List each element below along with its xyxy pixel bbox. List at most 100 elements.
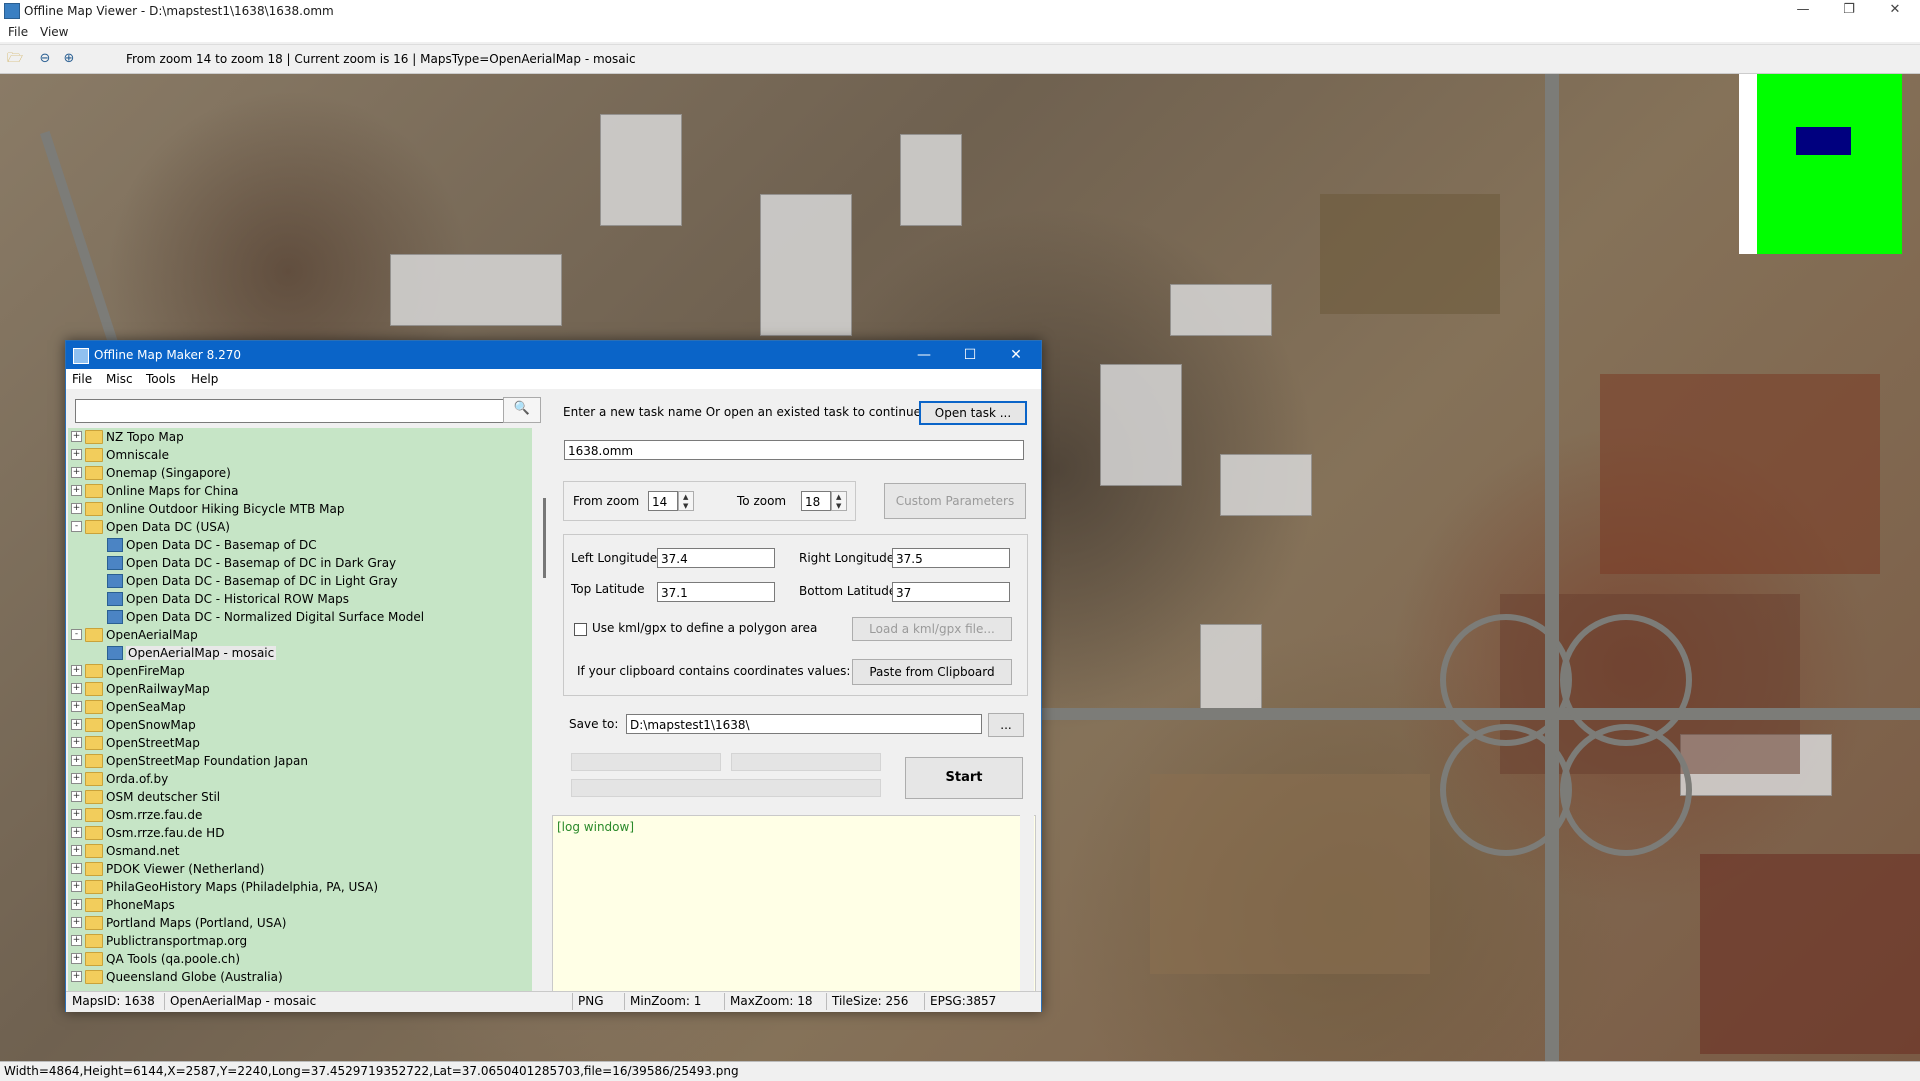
expand-icon[interactable]: +: [71, 701, 82, 712]
tree-scrollbar[interactable]: [540, 428, 550, 996]
dialog-maximize-button[interactable]: ☐: [947, 341, 993, 369]
map-icon: [107, 646, 123, 660]
from-zoom-spinner[interactable]: ▲ ▼: [678, 491, 694, 511]
dialog-menu-file[interactable]: File: [72, 372, 92, 386]
tree-folder-item[interactable]: + OpenStreetMap Foundation Japan: [68, 752, 528, 770]
tree-folder-item[interactable]: + Online Maps for China: [68, 482, 528, 500]
left-longitude-input[interactable]: 37.4: [657, 548, 775, 568]
tree-map-item[interactable]: Open Data DC - Historical ROW Maps: [68, 590, 528, 608]
tree-folder-item[interactable]: - OpenAerialMap: [68, 626, 528, 644]
tree-folder-item[interactable]: + OpenSeaMap: [68, 698, 528, 716]
expand-icon[interactable]: +: [71, 683, 82, 694]
task-name-input[interactable]: 1638.omm: [564, 440, 1024, 460]
tree-map-item[interactable]: Open Data DC - Normalized Digital Surfac…: [68, 608, 528, 626]
tree-folder-item[interactable]: + OpenSnowMap: [68, 716, 528, 734]
tree-map-item[interactable]: OpenAerialMap - mosaic: [68, 644, 528, 662]
expand-icon[interactable]: +: [71, 827, 82, 838]
close-button[interactable]: ✕: [1872, 0, 1918, 22]
custom-parameters-button[interactable]: Custom Parameters: [884, 483, 1026, 519]
maximize-button[interactable]: ❐: [1826, 0, 1872, 22]
tree-folder-item[interactable]: + Queensland Globe (Australia): [68, 968, 528, 986]
tree-folder-item[interactable]: + Online Outdoor Hiking Bicycle MTB Map: [68, 500, 528, 518]
tree-folder-item[interactable]: - Open Data DC (USA): [68, 518, 528, 536]
tree-folder-item[interactable]: + Osm.rrze.fau.de HD: [68, 824, 528, 842]
expand-icon[interactable]: +: [71, 863, 82, 874]
log-window[interactable]: [log window]: [552, 815, 1036, 993]
tree-map-item[interactable]: Open Data DC - Basemap of DC: [68, 536, 528, 554]
tree-folder-item[interactable]: + Osm.rrze.fau.de: [68, 806, 528, 824]
open-task-button[interactable]: Open task ...: [919, 401, 1027, 425]
tree-folder-item[interactable]: + PDOK Viewer (Netherland): [68, 860, 528, 878]
load-kml-button[interactable]: Load a kml/gpx file...: [852, 617, 1012, 641]
tree-folder-item[interactable]: + Orda.of.by: [68, 770, 528, 788]
dialog-menu-misc[interactable]: Misc: [106, 372, 133, 386]
expand-icon[interactable]: +: [71, 809, 82, 820]
expand-icon[interactable]: +: [71, 773, 82, 784]
tree-map-item[interactable]: Open Data DC - Basemap of DC in Dark Gra…: [68, 554, 528, 572]
expand-icon[interactable]: +: [71, 845, 82, 856]
expand-icon[interactable]: +: [71, 665, 82, 676]
zoom-out-icon[interactable]: ⊖: [36, 50, 54, 68]
tree-folder-item[interactable]: + OSM deutscher Stil: [68, 788, 528, 806]
minimap[interactable]: [1739, 74, 1902, 254]
tree-folder-item[interactable]: + OpenFireMap: [68, 662, 528, 680]
bottom-latitude-input[interactable]: 37: [892, 582, 1010, 602]
expand-icon[interactable]: +: [71, 899, 82, 910]
open-folder-icon[interactable]: 🗁: [6, 50, 24, 68]
start-button[interactable]: Start: [905, 757, 1023, 799]
from-zoom-input[interactable]: 14: [648, 491, 678, 511]
expand-icon[interactable]: +: [71, 791, 82, 802]
expand-icon[interactable]: +: [71, 935, 82, 946]
tree-folder-item[interactable]: + NZ Topo Map: [68, 428, 528, 446]
tree-folder-item[interactable]: + OpenRailwayMap: [68, 680, 528, 698]
tree-folder-item[interactable]: + OpenStreetMap: [68, 734, 528, 752]
expand-icon[interactable]: +: [71, 755, 82, 766]
zoom-in-icon[interactable]: ⊕: [60, 50, 78, 68]
status-divider: [624, 993, 625, 1010]
kml-checkbox[interactable]: [574, 623, 587, 636]
tree-folder-item[interactable]: + Osmand.net: [68, 842, 528, 860]
expand-icon[interactable]: +: [71, 467, 82, 478]
expand-icon[interactable]: +: [71, 953, 82, 964]
map-source-tree[interactable]: + NZ Topo Map + Omniscale + Onemap (Singapore…: [68, 428, 532, 996]
minimize-button[interactable]: —: [1780, 0, 1826, 22]
tree-folder-item[interactable]: + Onemap (Singapore): [68, 464, 528, 482]
search-icon[interactable]: 🔍: [503, 397, 541, 423]
expand-icon[interactable]: +: [71, 449, 82, 460]
expand-icon[interactable]: +: [71, 431, 82, 442]
expand-icon[interactable]: +: [71, 737, 82, 748]
menu-file[interactable]: File: [8, 25, 28, 39]
expand-icon[interactable]: +: [71, 971, 82, 982]
expand-icon[interactable]: +: [71, 719, 82, 730]
right-longitude-input[interactable]: 37.5: [892, 548, 1010, 568]
dialog-menu-help[interactable]: Help: [191, 372, 218, 386]
tree-folder-item[interactable]: + Publictransportmap.org: [68, 932, 528, 950]
top-latitude-input[interactable]: 37.1: [657, 582, 775, 602]
expand-icon[interactable]: +: [71, 917, 82, 928]
to-zoom-input[interactable]: 18: [801, 491, 831, 511]
tree-map-item[interactable]: Open Data DC - Basemap of DC in Light Gr…: [68, 572, 528, 590]
dialog-menu-tools[interactable]: Tools: [146, 372, 176, 386]
tree-scroll-thumb[interactable]: [543, 498, 546, 578]
log-scrollbar[interactable]: [1020, 815, 1034, 991]
tree-item-label: Open Data DC (USA): [106, 520, 230, 534]
map-search-input[interactable]: [75, 399, 505, 423]
expand-icon[interactable]: +: [71, 503, 82, 514]
collapse-icon[interactable]: -: [71, 521, 82, 532]
save-path-input[interactable]: D:\mapstest1\1638\: [626, 714, 982, 734]
tree-folder-item[interactable]: + Portland Maps (Portland, USA): [68, 914, 528, 932]
minimap-viewport[interactable]: [1796, 127, 1851, 155]
to-zoom-spinner[interactable]: ▲ ▼: [831, 491, 847, 511]
tree-folder-item[interactable]: + PhoneMaps: [68, 896, 528, 914]
browse-button[interactable]: ...: [988, 713, 1024, 737]
tree-folder-item[interactable]: + Omniscale: [68, 446, 528, 464]
tree-folder-item[interactable]: + PhilaGeoHistory Maps (Philadelphia, PA,…: [68, 878, 528, 896]
paste-clipboard-button[interactable]: Paste from Clipboard: [852, 659, 1012, 685]
dialog-minimize-button[interactable]: —: [901, 341, 947, 369]
expand-icon[interactable]: +: [71, 881, 82, 892]
menu-view[interactable]: View: [40, 25, 68, 39]
dialog-close-button[interactable]: ✕: [993, 341, 1039, 369]
collapse-icon[interactable]: -: [71, 629, 82, 640]
expand-icon[interactable]: +: [71, 485, 82, 496]
tree-folder-item[interactable]: + QA Tools (qa.poole.ch): [68, 950, 528, 968]
